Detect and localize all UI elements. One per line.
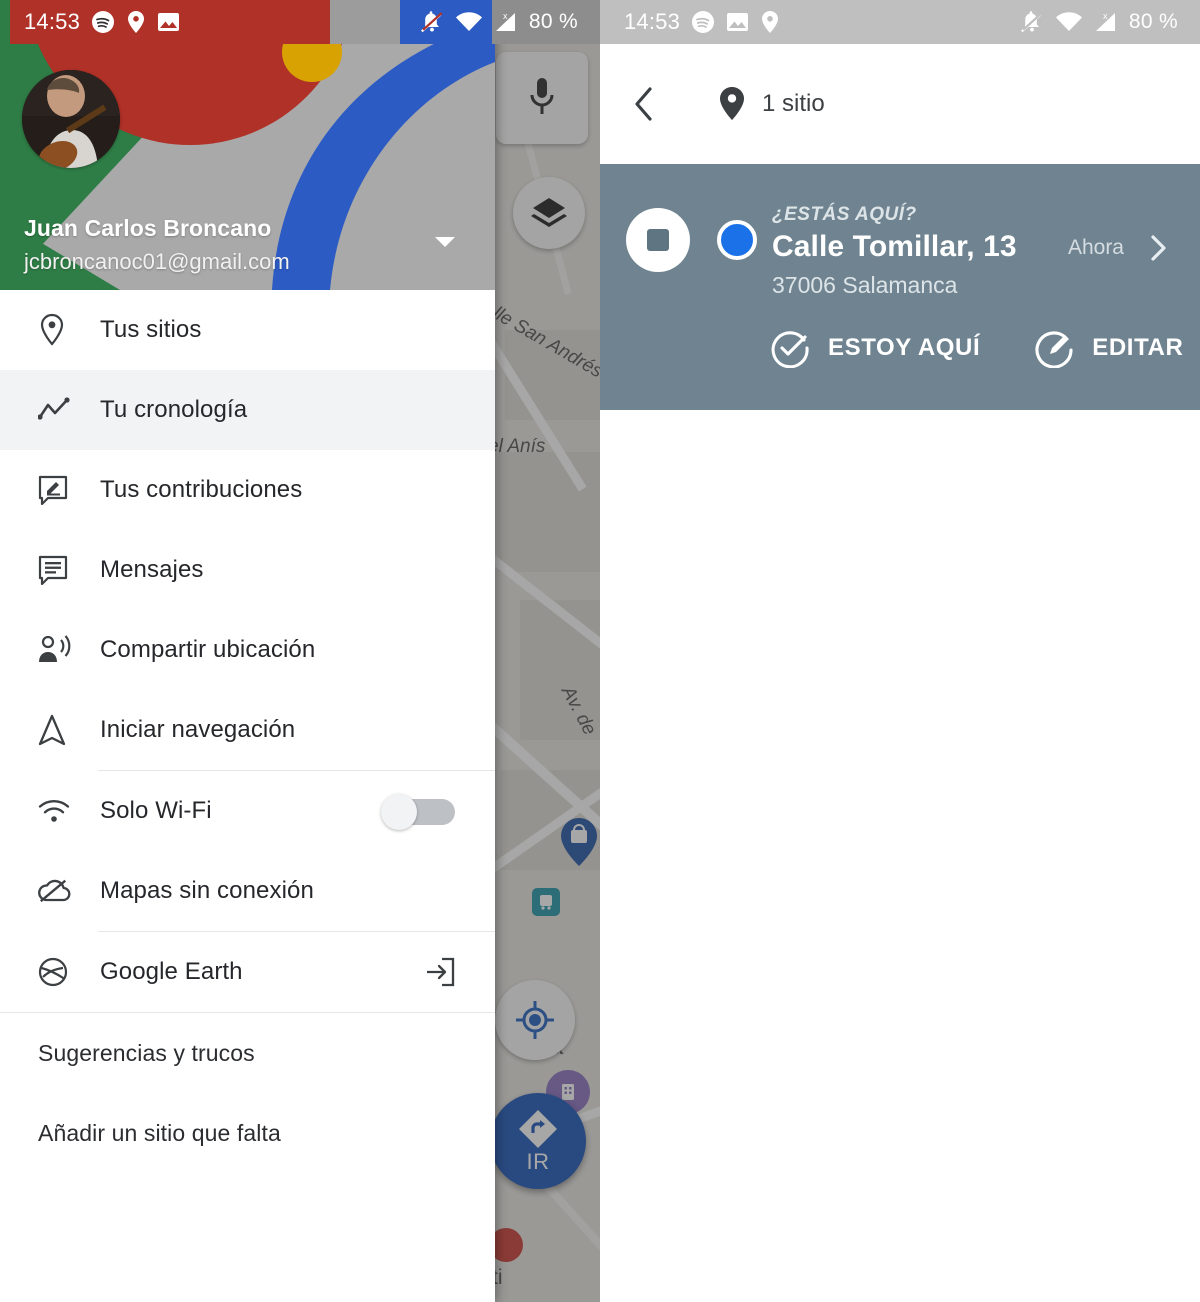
sidebar-item-label: Sugerencias y trucos xyxy=(38,1039,255,1066)
left-phone-screen: lle San Andrés el Anís Av. de xa ti xyxy=(0,0,600,1302)
notifications-off-icon xyxy=(420,11,443,33)
spotify-icon xyxy=(692,11,715,33)
page-title: 1 sitio xyxy=(762,90,825,117)
estoy-aqui-button[interactable]: ESTOY AQUÍ xyxy=(770,328,980,368)
status-time: 14:53 xyxy=(24,9,81,34)
sidebar-item-label: Solo Wi-Fi xyxy=(100,797,212,824)
stop-recording-icon xyxy=(647,229,669,251)
sidebar-item-label: Google Earth xyxy=(100,958,243,985)
sidebar-item-tus-sitios[interactable]: Tus sitios xyxy=(0,290,495,370)
wifi-icon xyxy=(1055,12,1082,32)
earth-globe-icon xyxy=(38,957,82,987)
image-icon xyxy=(727,13,749,31)
card-actions: ESTOY AQUÍ EDITAR xyxy=(770,328,1183,368)
status-battery: 80 % xyxy=(1128,10,1178,33)
sidebar-item-mapas-sin-conexion[interactable]: Mapas sin conexión xyxy=(0,851,495,931)
card-eyebrow: ¿ESTÁS AQUÍ? xyxy=(772,204,917,225)
review-edit-icon xyxy=(38,475,82,505)
account-email: jcbroncanoc01@gmail.com xyxy=(24,249,290,274)
sidebar-item-tus-contribuciones[interactable]: Tus contribuciones xyxy=(0,450,495,530)
sidebar-item-label: Tus contribuciones xyxy=(100,476,303,503)
card-title: Calle Tomillar, 13 xyxy=(772,230,1017,263)
location-pin-icon xyxy=(762,11,779,33)
sidebar-item-label: Iniciar navegación xyxy=(100,716,296,743)
sidebar-item-label: Mapas sin conexión xyxy=(100,877,314,904)
sidebar-item-label: Tus sitios xyxy=(100,316,202,343)
cloud-off-icon xyxy=(38,877,82,905)
back-arrow-icon xyxy=(635,87,652,121)
editar-button[interactable]: EDITAR xyxy=(1034,328,1183,368)
blue-location-dot-icon xyxy=(713,216,761,264)
status-battery: 80 % xyxy=(528,10,578,33)
empty-content-area xyxy=(600,410,1200,1302)
wifi-icon xyxy=(455,12,482,32)
message-icon xyxy=(38,555,82,585)
drawer-menu: Tus sitios Tu cronología Tus contribucio… xyxy=(0,290,495,1173)
signal-no-sim-icon: x xyxy=(1095,11,1115,31)
svg-text:x: x xyxy=(1103,11,1108,21)
chevron-right-icon[interactable] xyxy=(1144,234,1172,262)
navigation-arrow-icon xyxy=(38,714,82,746)
toggle-knob xyxy=(381,794,417,830)
timeline-icon xyxy=(38,397,82,423)
sidebar-item-label: Mensajes xyxy=(100,556,204,583)
right-phone-screen: 14:53 x 80 % 1 sitio ¿ESTÁS AQUÍ? Calle … xyxy=(600,0,1200,1302)
profile-photo xyxy=(22,70,120,168)
action-label: EDITAR xyxy=(1092,334,1184,361)
spotify-icon xyxy=(92,11,115,33)
status-time: 14:53 xyxy=(624,9,681,34)
location-pin-icon xyxy=(38,313,82,347)
sidebar-item-label: Añadir un sitio que falta xyxy=(38,1119,281,1146)
sidebar-item-anadir-un-sitio-que-falta[interactable]: Añadir un sitio que falta xyxy=(0,1093,495,1173)
check-circle-icon xyxy=(771,331,809,368)
svg-text:x: x xyxy=(503,11,508,21)
signal-no-sim-icon: x xyxy=(495,11,515,31)
navigation-drawer: Juan Carlos Broncano jcbroncanoc01@gmail… xyxy=(0,0,495,1302)
stop-recording-button[interactable] xyxy=(626,208,690,272)
screenshot-root: lle San Andrés el Anís Av. de xa ti xyxy=(0,0,1200,1302)
location-pin-icon xyxy=(128,11,145,33)
right-status-bar: 14:53 x 80 % xyxy=(600,0,1200,44)
avatar[interactable] xyxy=(22,70,120,168)
chevron-down-icon[interactable] xyxy=(433,234,457,250)
wifi-icon xyxy=(38,798,82,824)
card-timestamp: Ahora xyxy=(1067,236,1124,259)
edit-circle-icon xyxy=(1035,331,1073,368)
app-bar: 1 sitio xyxy=(600,44,1200,164)
left-status-bar: 14:53 x 80 % xyxy=(0,0,600,44)
place-card[interactable]: ¿ESTÁS AQUÍ? Calle Tomillar, 13 37006 Sa… xyxy=(600,164,1200,410)
sidebar-item-label: Tu cronología xyxy=(100,396,248,423)
sidebar-item-google-earth[interactable]: Google Earth xyxy=(0,932,495,1012)
open-external-icon[interactable] xyxy=(425,957,455,987)
card-subtitle: 37006 Salamanca xyxy=(772,272,958,298)
sidebar-item-mensajes[interactable]: Mensajes xyxy=(0,530,495,610)
person-share-icon xyxy=(38,635,82,665)
sidebar-item-tu-cronologia[interactable]: Tu cronología xyxy=(0,370,495,450)
sidebar-item-compartir-ubicacion[interactable]: Compartir ubicación xyxy=(0,610,495,690)
location-pin-icon xyxy=(718,86,746,122)
back-button[interactable] xyxy=(622,82,666,126)
sidebar-item-label: Compartir ubicación xyxy=(100,636,316,663)
account-name: Juan Carlos Broncano xyxy=(24,215,272,241)
action-label: ESTOY AQUÍ xyxy=(828,334,981,361)
sidebar-item-solo-wifi[interactable]: Solo Wi-Fi xyxy=(0,771,495,851)
sidebar-item-sugerencias-y-trucos[interactable]: Sugerencias y trucos xyxy=(0,1013,495,1093)
solo-wifi-toggle[interactable] xyxy=(381,794,455,830)
sidebar-item-iniciar-navegacion[interactable]: Iniciar navegación xyxy=(0,690,495,770)
image-icon xyxy=(158,13,180,31)
notifications-off-icon xyxy=(1020,11,1043,33)
